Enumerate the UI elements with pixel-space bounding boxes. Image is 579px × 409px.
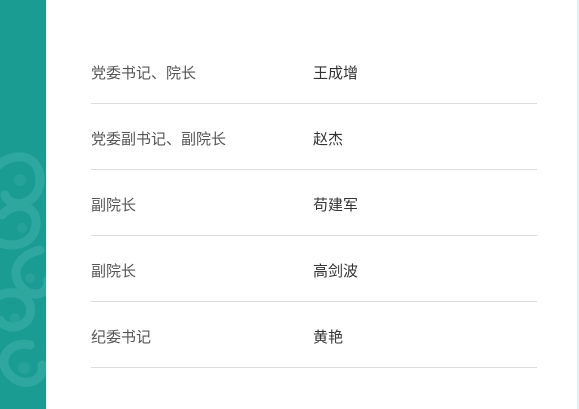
leader-name: 赵杰	[313, 130, 344, 148]
list-item: 纪委书记 黄艳	[91, 302, 537, 368]
leader-role: 党委书记、院长	[91, 64, 197, 82]
leader-role: 纪委书记	[91, 328, 152, 346]
leader-role: 副院长	[91, 262, 137, 280]
leadership-list: 党委书记、院长 王成增 党委副书记、副院长 赵杰 副院长 苟建军 副院长 高剑波…	[91, 38, 537, 368]
leader-role: 党委副书记、副院长	[91, 130, 227, 148]
leadership-page: 党委书记、院长 王成增 党委副书记、副院长 赵杰 副院长 苟建军 副院长 高剑波…	[0, 0, 579, 409]
list-item: 副院长 高剑波	[91, 236, 537, 302]
leader-name: 黄艳	[313, 328, 344, 346]
leader-name: 高剑波	[313, 262, 359, 280]
list-item: 党委书记、院长 王成增	[91, 38, 537, 104]
decorative-side-band	[0, 0, 46, 409]
list-item: 党委副书记、副院长 赵杰	[91, 104, 537, 170]
leader-name: 苟建军	[313, 196, 359, 214]
cloud-pattern-icon	[0, 152, 46, 387]
list-item: 副院长 苟建军	[91, 170, 537, 236]
leader-role: 副院长	[91, 196, 137, 214]
leader-name: 王成增	[313, 64, 359, 82]
